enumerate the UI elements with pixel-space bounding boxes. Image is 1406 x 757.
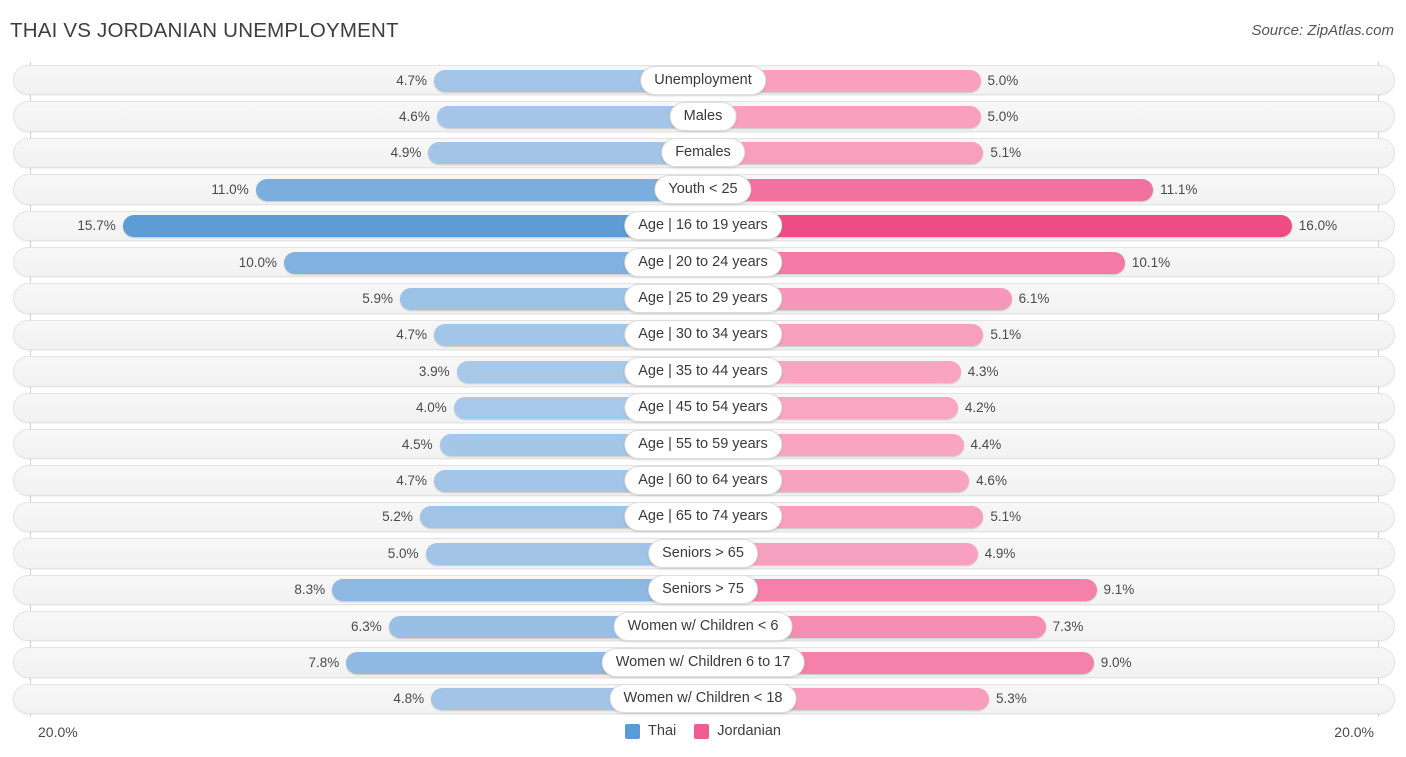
bar-thai: [255, 178, 703, 201]
value-label-jordanian: 5.0%: [987, 72, 1019, 88]
category-label-pill: Age | 45 to 54 years: [624, 393, 782, 423]
chart-row: 4.9% 5.1% Females: [0, 135, 1406, 171]
bar-jordanian: [703, 178, 1154, 201]
value-label-thai: 7.8%: [308, 654, 340, 670]
value-label-thai: 3.9%: [418, 363, 450, 379]
bar-jordanian: [703, 142, 984, 165]
chart-row: 11.0% 11.1% Youth < 25: [0, 171, 1406, 207]
chart-row: 5.2% 5.1% Age | 65 to 74 years: [0, 499, 1406, 535]
category-label-pill: Age | 30 to 34 years: [624, 320, 782, 350]
legend-item[interactable]: Jordanian: [694, 723, 781, 739]
value-label-jordanian: 9.1%: [1103, 582, 1135, 598]
chart-row: 15.7% 16.0% Age | 16 to 19 years: [0, 208, 1406, 244]
value-label-jordanian: 5.1%: [990, 327, 1022, 343]
value-label-thai: 4.7%: [396, 72, 427, 88]
chart-row: 4.7% 5.1% Age | 30 to 34 years: [0, 317, 1406, 353]
value-label-thai: 10.0%: [238, 254, 277, 270]
value-label-jordanian: 4.9%: [984, 545, 1016, 561]
value-label-thai: 4.7%: [396, 327, 427, 343]
chart-row: 8.3% 9.1% Seniors > 75: [0, 572, 1406, 608]
value-label-thai: 4.0%: [416, 400, 447, 416]
page-title: THAI VS JORDANIAN UNEMPLOYMENT: [10, 19, 399, 42]
value-label-thai: 5.2%: [382, 509, 413, 525]
source-attribution: Source: ZipAtlas.com: [1251, 22, 1394, 39]
category-label-pill: Women w/ Children 6 to 17: [601, 647, 805, 677]
chart-row: 4.0% 4.2% Age | 45 to 54 years: [0, 390, 1406, 426]
legend-label: Jordanian: [717, 723, 781, 739]
value-label-jordanian: 4.4%: [970, 436, 1002, 452]
value-label-thai: 4.5%: [401, 436, 433, 452]
chart-row: 4.7% 5.0% Unemployment: [0, 62, 1406, 98]
category-label-pill: Females: [661, 138, 745, 168]
value-label-thai: 11.0%: [211, 181, 249, 197]
legend-item[interactable]: Thai: [625, 723, 676, 739]
category-label-pill: Age | 55 to 59 years: [624, 429, 782, 459]
bar-jordanian: [703, 105, 981, 128]
chart-row: 4.8% 5.3% Women w/ Children < 18: [0, 681, 1406, 717]
value-label-jordanian: 7.3%: [1052, 618, 1084, 634]
category-label-pill: Age | 16 to 19 years: [624, 211, 782, 241]
value-label-jordanian: 4.6%: [976, 472, 1007, 488]
value-label-jordanian: 6.1%: [1018, 290, 1050, 306]
category-label-pill: Youth < 25: [654, 174, 752, 204]
value-label-thai: 8.3%: [294, 582, 326, 598]
bar-jordanian: [703, 579, 1097, 602]
chart-row: 6.3% 7.3% Women w/ Children < 6: [0, 608, 1406, 644]
value-label-thai: 5.9%: [362, 290, 394, 306]
legend-swatch-icon: [625, 723, 641, 739]
chart-legend: Thai Jordanian: [0, 723, 1406, 739]
value-label-jordanian: 5.0%: [987, 108, 1019, 124]
category-label-pill: Age | 20 to 24 years: [624, 247, 782, 277]
category-label-pill: Women w/ Children < 6: [613, 611, 793, 641]
chart-page: THAI VS JORDANIAN UNEMPLOYMENT Source: Z…: [0, 0, 1406, 757]
value-label-jordanian: 4.2%: [964, 400, 996, 416]
chart-row: 4.5% 4.4% Age | 55 to 59 years: [0, 426, 1406, 462]
bar-thai: [436, 105, 703, 128]
category-label-pill: Age | 65 to 74 years: [624, 502, 782, 532]
category-label-pill: Age | 35 to 44 years: [624, 356, 782, 386]
value-label-jordanian: 10.1%: [1131, 254, 1171, 270]
value-label-thai: 5.0%: [387, 545, 419, 561]
category-label-pill: Males: [669, 101, 737, 131]
chart-row: 5.0% 4.9% Seniors > 65: [0, 535, 1406, 571]
chart-plot-area: 4.7% 5.0% Unemployment 4.6% 5.0% Males 4.9% 5.1…: [0, 62, 1406, 717]
value-label-thai: 6.3%: [350, 618, 382, 634]
value-label-thai: 15.7%: [77, 218, 116, 234]
value-label-thai: 4.7%: [396, 472, 427, 488]
value-label-thai: 4.6%: [399, 108, 430, 124]
value-label-thai: 4.9%: [390, 145, 422, 161]
chart-footer: 20.0% 20.0% Thai Jordanian: [0, 717, 1406, 757]
bar-jordanian: [703, 215, 1292, 238]
value-label-jordanian: 5.1%: [990, 145, 1022, 161]
value-label-jordanian: 4.3%: [967, 363, 999, 379]
chart-row: 5.9% 6.1% Age | 25 to 29 years: [0, 280, 1406, 316]
legend-swatch-icon: [694, 723, 710, 739]
value-label-jordanian: 16.0%: [1298, 218, 1338, 234]
bar-thai: [122, 215, 703, 238]
chart-row: 10.0% 10.1% Age | 20 to 24 years: [0, 244, 1406, 280]
value-label-thai: 4.8%: [393, 691, 425, 707]
value-label-jordanian: 5.1%: [990, 509, 1022, 525]
chart-row: 4.7% 4.6% Age | 60 to 64 years: [0, 462, 1406, 498]
category-label-pill: Age | 60 to 64 years: [624, 465, 782, 495]
chart-row: 4.6% 5.0% Males: [0, 98, 1406, 134]
category-label-pill: Women w/ Children < 18: [609, 684, 797, 714]
value-label-jordanian: 9.0%: [1100, 654, 1132, 670]
chart-row: 3.9% 4.3% Age | 35 to 44 years: [0, 353, 1406, 389]
chart-row: 7.8% 9.0% Women w/ Children 6 to 17: [0, 644, 1406, 680]
value-label-jordanian: 5.3%: [995, 691, 1027, 707]
category-label-pill: Seniors > 65: [648, 538, 758, 568]
category-label-pill: Seniors > 75: [648, 575, 758, 605]
legend-label: Thai: [648, 723, 677, 739]
value-label-jordanian: 11.1%: [1160, 181, 1198, 197]
category-label-pill: Age | 25 to 29 years: [624, 283, 782, 313]
category-label-pill: Unemployment: [640, 65, 766, 95]
